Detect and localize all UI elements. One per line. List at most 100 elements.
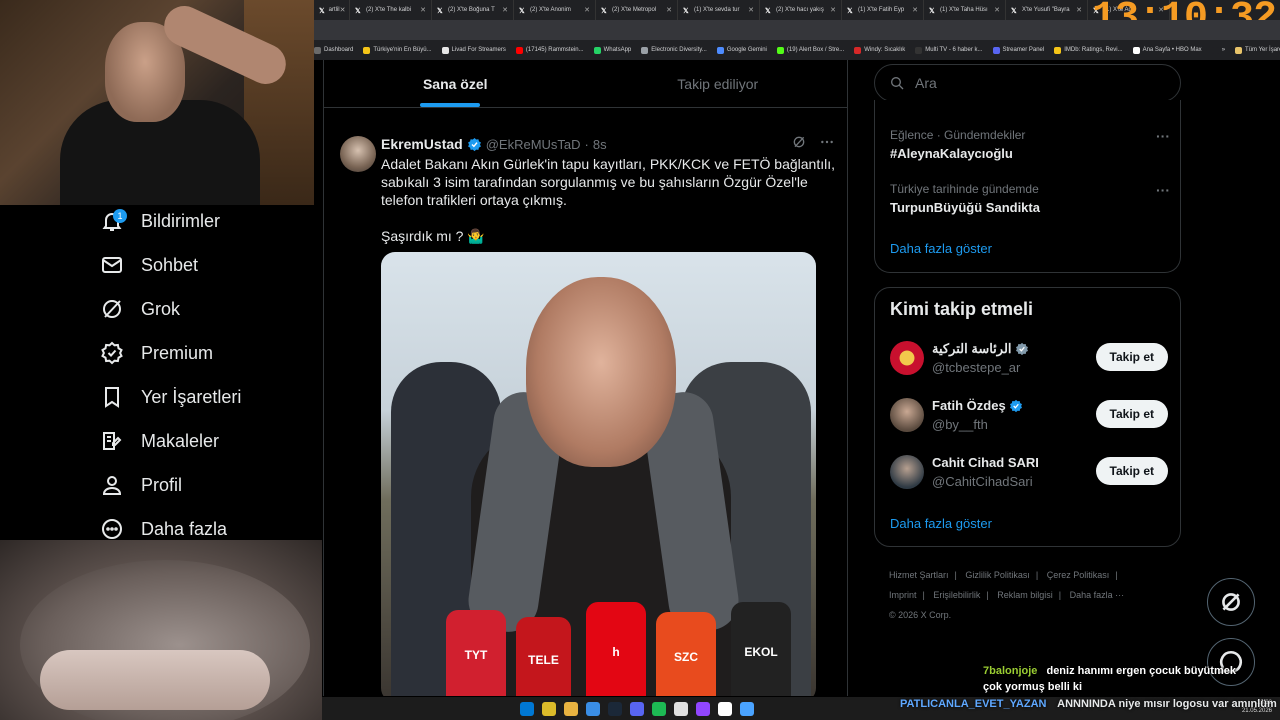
- browser-tab[interactable]: 𝕏 (1) X'te sevda tur ✕: [678, 0, 760, 20]
- more-icon[interactable]: [819, 134, 835, 150]
- show-more-link[interactable]: Daha fazla göster: [890, 516, 992, 531]
- bookmark-item[interactable]: Ana Sayfa • HBO Max: [1132, 46, 1202, 54]
- search-input[interactable]: Ara: [874, 64, 1181, 102]
- browser-tab[interactable]: 𝕏 (2) X'te Anonim ✕: [514, 0, 596, 20]
- bookmark-item[interactable]: Streamer Panel: [992, 46, 1044, 54]
- footer-link[interactable]: Erişilebilirlik: [933, 590, 980, 600]
- browser-tab[interactable]: 𝕏 (2) X'te Boğuna T ✕: [432, 0, 514, 20]
- account-suggestion[interactable]: الرئاسة التركية @tcbestepe_ar Takip et: [890, 339, 1168, 379]
- browser-tab[interactable]: 𝕏 (1) X'te Taha Hüsı ✕: [924, 0, 1006, 20]
- bookmark-favicon: [1132, 46, 1140, 54]
- trend-item[interactable]: Türkiye tarihinde gündemde TurpunBüyüğü …: [890, 182, 1170, 215]
- taskbar-app-icon[interactable]: [652, 701, 666, 716]
- footer-link[interactable]: Reklam bilgisi: [997, 590, 1053, 600]
- grok-floating-button[interactable]: [1207, 578, 1255, 626]
- bookmark-label: Multi TV - 6 haber k...: [925, 47, 983, 53]
- close-icon[interactable]: ✕: [420, 6, 426, 14]
- taskbar-app-icon[interactable]: [542, 701, 556, 716]
- taskbar-app-icon[interactable]: [674, 701, 688, 716]
- browser-tab[interactable]: 𝕏 X'te Yusufi "Bayra ✕: [1006, 0, 1088, 20]
- browser-tab[interactable]: 𝕏artlil ✕: [314, 0, 350, 20]
- footer-link[interactable]: Daha fazla ···: [1070, 590, 1125, 600]
- nav-more[interactable]: Daha fazla: [100, 513, 227, 545]
- close-icon[interactable]: ✕: [1076, 6, 1082, 14]
- bookmark-item[interactable]: (19) Alert Box / Stre...: [776, 46, 844, 54]
- close-icon[interactable]: ✕: [340, 6, 346, 14]
- taskbar-app-icon[interactable]: [630, 701, 644, 716]
- avatar[interactable]: [340, 136, 376, 172]
- browser-tab[interactable]: 𝕏 (2) X'te Metropol ✕: [596, 0, 678, 20]
- address-bar[interactable]: [314, 20, 1280, 40]
- taskbar-app-icon[interactable]: [564, 701, 578, 716]
- avatar[interactable]: [890, 398, 924, 432]
- tab-for-you[interactable]: Sana özel: [324, 60, 587, 107]
- bookmark-item[interactable]: »: [1211, 46, 1225, 54]
- author-name[interactable]: EkremUstad: [381, 136, 463, 152]
- trend-meta: Türkiye tarihinde gündemde: [890, 182, 1039, 196]
- bookmark-item[interactable]: Dashboard: [314, 46, 353, 54]
- nav-premium[interactable]: Premium: [100, 337, 213, 369]
- more-circle-icon: [102, 519, 122, 539]
- tweet-header: EkremUstad @EkReMUsTaD · 8s: [381, 136, 607, 152]
- bookmark-item[interactable]: Multi TV - 6 haber k...: [915, 46, 983, 54]
- more-icon[interactable]: ···: [1156, 182, 1170, 198]
- browser-tab[interactable]: 𝕏 (2) X'te The kalbi ✕: [350, 0, 432, 20]
- bookmark-label: Windy: Sıcaklık: [864, 47, 906, 53]
- footer-link[interactable]: Imprint: [889, 590, 917, 600]
- grok-icon[interactable]: [791, 134, 807, 150]
- account-suggestion[interactable]: Cahit Cihad SARI @CahitCihadSari Takip e…: [890, 453, 1168, 493]
- nav-articles[interactable]: Makaleler: [100, 425, 219, 457]
- bookmark-item[interactable]: Windy: Sıcaklık: [854, 46, 906, 54]
- close-icon[interactable]: ✕: [584, 6, 590, 14]
- avatar[interactable]: [890, 341, 924, 375]
- tweet-time[interactable]: 8s: [593, 137, 607, 152]
- bookmark-item[interactable]: Livad For Streamers: [441, 46, 506, 54]
- bookmark-item[interactable]: Tüm Yer İşaretleri: [1235, 46, 1280, 54]
- browser-tab[interactable]: 𝕏 (1) X'te Fatih Eyp ✕: [842, 0, 924, 20]
- taskbar-app-icon[interactable]: [520, 701, 534, 716]
- bookmark-item[interactable]: (17145) Rammstein...: [515, 46, 584, 54]
- taskbar-app-icon[interactable]: [608, 701, 622, 716]
- close-icon[interactable]: ✕: [666, 6, 672, 14]
- verified-icon: [1015, 342, 1028, 356]
- close-icon[interactable]: ✕: [748, 6, 754, 14]
- bookmark-favicon: [1211, 46, 1219, 54]
- footer-link[interactable]: Çerez Politikası: [1047, 570, 1110, 580]
- bookmark-favicon: [314, 46, 321, 54]
- nav-profile[interactable]: Profil: [100, 469, 182, 501]
- x-icon: 𝕏: [319, 7, 325, 15]
- tweet[interactable]: EkremUstad @EkReMUsTaD · 8s Adalet Bakan…: [324, 124, 847, 696]
- more-icon[interactable]: ···: [1156, 128, 1170, 144]
- account-suggestion[interactable]: Fatih Özdeş @by__fth Takip et: [890, 396, 1168, 436]
- close-icon[interactable]: ✕: [912, 6, 918, 14]
- avatar[interactable]: [890, 455, 924, 489]
- footer-link[interactable]: Hizmet Şartları: [889, 570, 949, 580]
- bookmark-item[interactable]: Google Gemini: [716, 46, 767, 54]
- close-icon[interactable]: ✕: [830, 6, 836, 14]
- trend-item[interactable]: Eğlence · Gündemdekiler #AleynaKalaycıoğ…: [890, 128, 1170, 161]
- close-icon[interactable]: ✕: [994, 6, 1000, 14]
- close-icon[interactable]: ✕: [502, 6, 508, 14]
- follow-button[interactable]: Takip et: [1095, 457, 1168, 485]
- author-handle[interactable]: @EkReMUsTaD: [486, 137, 581, 152]
- taskbar-app-icon[interactable]: [718, 701, 732, 716]
- taskbar-app-icon[interactable]: [696, 701, 710, 716]
- follow-button[interactable]: Takip et: [1095, 400, 1168, 428]
- bookmark-favicon: [441, 46, 449, 54]
- nav-notifications[interactable]: 1 Bildirimler: [100, 205, 220, 237]
- nav-bookmarks[interactable]: Yer İşaretleri: [100, 381, 241, 413]
- bookmark-item[interactable]: Electronic Diversity...: [641, 46, 707, 54]
- bookmark-item[interactable]: WhatsApp: [593, 46, 631, 54]
- tab-following[interactable]: Takip ediliyor: [587, 60, 848, 107]
- footer-link[interactable]: Gizlilik Politikası: [965, 570, 1030, 580]
- nav-grok[interactable]: Grok: [100, 293, 180, 325]
- nav-chat[interactable]: Sohbet: [100, 249, 198, 281]
- bookmark-item[interactable]: IMDb: Ratings, Revi...: [1054, 46, 1123, 54]
- bookmark-item[interactable]: Türkiye'nin En Büyü...: [363, 46, 432, 54]
- tweet-media-image[interactable]: TYT TELE h SZC EKOL: [381, 252, 816, 696]
- follow-button[interactable]: Takip et: [1095, 343, 1168, 371]
- taskbar-app-icon[interactable]: [586, 701, 600, 716]
- show-more-link[interactable]: Daha fazla göster: [890, 241, 992, 256]
- taskbar-app-icon[interactable]: [740, 701, 754, 716]
- browser-tab[interactable]: 𝕏 (2) X'te hacı yakış ✕: [760, 0, 842, 20]
